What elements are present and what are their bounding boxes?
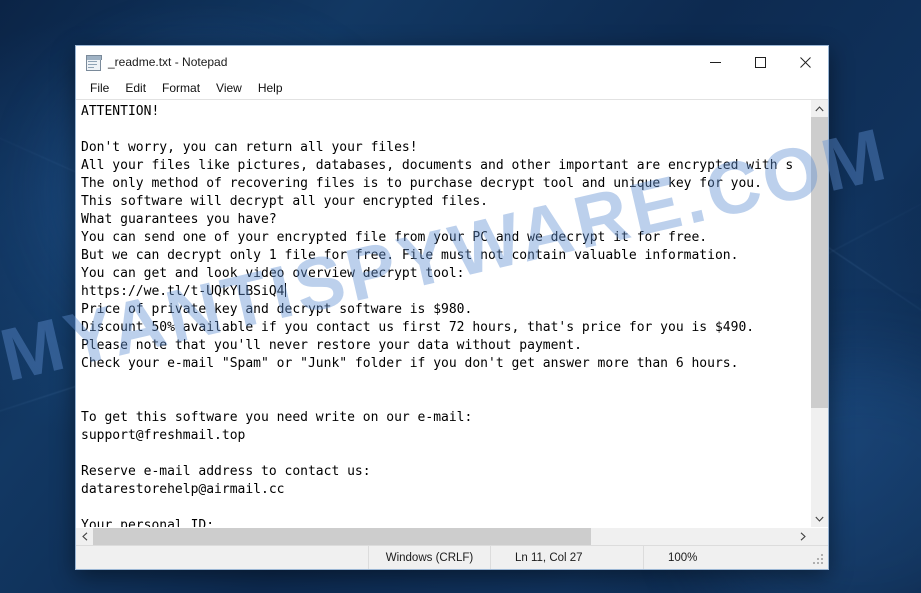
status-cursor-position: Ln 11, Col 27	[490, 546, 643, 569]
editor-row: ATTENTION! Don't worry, you can return al…	[76, 100, 828, 527]
editor-line: https://we.tl/t-UQkYLBSiQ4	[81, 283, 286, 299]
editor-area: ATTENTION! Don't worry, you can return al…	[76, 99, 828, 545]
horizontal-scroll-thumb[interactable]	[93, 528, 591, 545]
maximize-button[interactable]	[738, 46, 783, 78]
resize-grip-icon[interactable]	[813, 554, 825, 566]
vertical-scrollbar[interactable]	[810, 100, 828, 527]
editor-line: Price of private key and decrypt softwar…	[81, 302, 473, 317]
text-editor-surface[interactable]: ATTENTION! Don't worry, you can return al…	[76, 100, 810, 527]
menu-item-format[interactable]: Format	[154, 79, 208, 98]
notepad-window: _readme.txt - Notepad File Edit Format V…	[75, 45, 829, 570]
close-icon	[800, 56, 811, 68]
editor-line: Reserve e-mail address to contact us:	[81, 464, 371, 479]
chevron-up-icon	[815, 105, 824, 111]
editor-line: What guarantees you have?	[81, 212, 277, 227]
scroll-down-button[interactable]	[811, 510, 828, 527]
minimize-icon	[710, 61, 721, 63]
editor-line: Discount 50% available if you contact us…	[81, 320, 755, 335]
editor-line: Your personal ID:	[81, 518, 215, 527]
scrollbar-corner	[811, 528, 828, 545]
menu-item-file[interactable]: File	[82, 79, 117, 98]
chevron-left-icon	[81, 532, 87, 541]
editor-line: ATTENTION!	[81, 104, 160, 119]
menu-item-help[interactable]: Help	[250, 79, 291, 98]
vertical-scroll-thumb[interactable]	[811, 117, 828, 408]
editor-line: All your files like pictures, databases,…	[81, 158, 794, 173]
status-zoom-level: 100%	[643, 546, 828, 569]
status-line-ending: Windows (CRLF)	[368, 546, 490, 569]
editor-line: The only method of recovering files is t…	[81, 176, 762, 191]
vertical-scroll-track[interactable]	[811, 117, 828, 510]
chevron-right-icon	[800, 532, 806, 541]
horizontal-scrollbar[interactable]	[76, 527, 828, 545]
horizontal-scroll-track[interactable]	[93, 528, 794, 545]
window-controls	[693, 46, 828, 78]
editor-line: But we can decrypt only 1 file for free.…	[81, 248, 739, 263]
scroll-right-button[interactable]	[794, 528, 811, 545]
menu-item-edit[interactable]: Edit	[117, 79, 154, 98]
menu-bar: File Edit Format View Help	[76, 78, 828, 99]
editor-line: datarestorehelp@airmail.cc	[81, 482, 285, 497]
notepad-icon	[85, 54, 102, 71]
chevron-down-icon	[815, 516, 824, 522]
scroll-left-button[interactable]	[76, 528, 93, 545]
editor-line: You can get and look video overview decr…	[81, 266, 465, 281]
editor-line: To get this software you need write on o…	[81, 410, 473, 425]
menu-item-view[interactable]: View	[208, 79, 250, 98]
editor-line: Check your e-mail "Spam" or "Junk" folde…	[81, 356, 739, 371]
status-bar: Windows (CRLF) Ln 11, Col 27 100%	[76, 545, 828, 569]
window-title: _readme.txt - Notepad	[108, 55, 228, 69]
editor-line: You can send one of your encrypted file …	[81, 230, 708, 245]
title-bar[interactable]: _readme.txt - Notepad	[76, 46, 828, 78]
minimize-button[interactable]	[693, 46, 738, 78]
maximize-icon	[755, 56, 766, 68]
editor-line: support@freshmail.top	[81, 428, 246, 443]
close-button[interactable]	[783, 46, 828, 78]
editor-line: Please note that you'll never restore yo…	[81, 338, 582, 353]
editor-line: Don't worry, you can return all your fil…	[81, 140, 418, 155]
text-content[interactable]: ATTENTION! Don't worry, you can return al…	[76, 100, 810, 527]
text-caret	[284, 283, 286, 297]
scroll-up-button[interactable]	[811, 100, 828, 117]
editor-line: This software will decrypt all your encr…	[81, 194, 488, 209]
